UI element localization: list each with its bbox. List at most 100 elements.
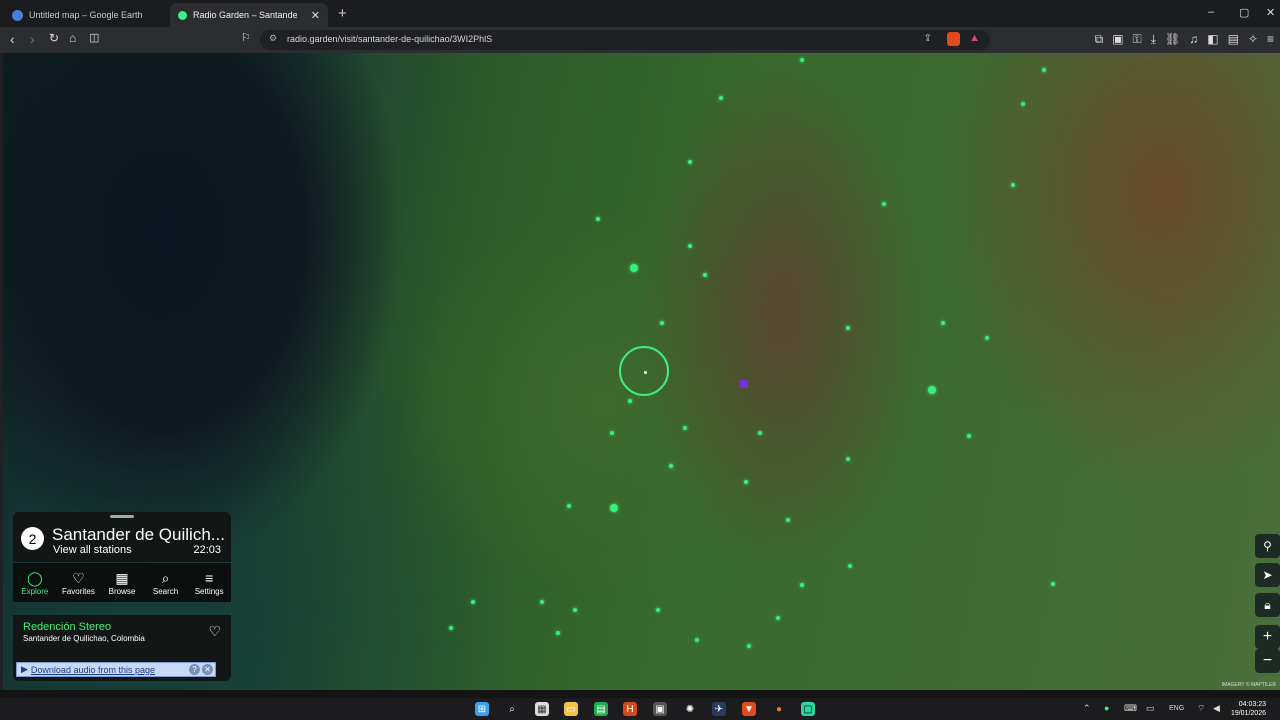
view-all-stations-link[interactable]: View all stations	[53, 544, 132, 556]
wallet-icon[interactable]: ▤	[1228, 32, 1239, 47]
station-dot[interactable]	[471, 600, 475, 604]
close-icon[interactable]: ✕	[202, 664, 213, 675]
app-h-icon[interactable]: H	[623, 702, 637, 716]
keyboard-icon[interactable]: ⌨	[1124, 703, 1137, 714]
nav-browse[interactable]: ▦ Browse	[100, 563, 144, 602]
station-dot[interactable]	[1051, 582, 1055, 586]
station-dot[interactable]	[800, 583, 804, 587]
mic-tray-icon[interactable]: ●	[1104, 703, 1109, 713]
favorite-heart-icon[interactable]: ♡	[208, 623, 221, 640]
station-dot[interactable]	[669, 464, 673, 468]
station-dot[interactable]	[719, 96, 723, 100]
brave-icon[interactable]: ▼	[742, 702, 756, 716]
station-dot[interactable]	[695, 638, 699, 642]
menu-icon[interactable]: ≡	[1267, 32, 1274, 47]
place-panel[interactable]: 2 Santander de Quilich... View all stati…	[13, 512, 231, 562]
station-dot[interactable]	[630, 264, 638, 272]
maximize-button[interactable]: ▢	[1239, 6, 1249, 19]
help-icon[interactable]: ?	[189, 664, 200, 675]
station-dot[interactable]	[656, 608, 660, 612]
forward-icon[interactable]: ›	[30, 31, 35, 47]
station-dot[interactable]	[848, 564, 852, 568]
back-icon[interactable]: ‹	[10, 31, 15, 47]
station-dot[interactable]	[610, 504, 618, 512]
nav-settings[interactable]: ≡ Settings	[187, 563, 231, 602]
station-dot[interactable]	[1021, 102, 1025, 106]
pin-icon[interactable]: ⚲	[1255, 534, 1280, 558]
station-dot[interactable]	[786, 518, 790, 522]
close-window-button[interactable]: ✕	[1266, 6, 1275, 19]
station-dot[interactable]	[967, 434, 971, 438]
station-dot[interactable]	[540, 600, 544, 604]
station-dot[interactable]	[846, 457, 850, 461]
tab-radio-garden[interactable]: Radio Garden – Santander de ✕	[170, 3, 328, 27]
drag-handle[interactable]	[110, 515, 134, 518]
music-icon[interactable]: ♫	[1189, 32, 1198, 47]
station-dot[interactable]	[747, 644, 751, 648]
nav-favorites[interactable]: ♡ Favorites	[57, 563, 101, 602]
download-icon[interactable]: ⤓	[1151, 32, 1156, 47]
spreadsheet-icon[interactable]: ▤	[594, 702, 608, 716]
home-icon[interactable]: ⌂	[69, 31, 76, 45]
site-settings-icon[interactable]: ⚙	[269, 33, 277, 44]
new-tab-button[interactable]: +	[338, 5, 347, 22]
wifi-icon[interactable]: ⌔	[1197, 703, 1205, 714]
download-audio-bar[interactable]: ▶ Download audio from this page ? ✕	[16, 662, 216, 677]
station-dot[interactable]	[573, 608, 577, 612]
sidebar-toggle-icon[interactable]: ◧	[1207, 32, 1218, 47]
search-icon[interactable]: ⌕	[505, 702, 519, 716]
zoom-out-icon[interactable]: −	[1255, 649, 1280, 673]
bookmark-icon[interactable]: ⚐	[241, 31, 251, 44]
close-tab-icon[interactable]: ✕	[311, 9, 320, 22]
station-dot[interactable]	[449, 626, 453, 630]
taskbar-clock[interactable]: 04:03:23 19/01/2026	[1231, 700, 1266, 718]
app-icon[interactable]: ▣	[653, 702, 667, 716]
lock-icon[interactable]: 🔒︎	[1255, 593, 1280, 617]
station-dot[interactable]	[776, 616, 780, 620]
station-dot[interactable]	[703, 273, 707, 277]
download-audio-label[interactable]: Download audio from this page	[31, 665, 189, 675]
station-dot[interactable]	[556, 631, 560, 635]
location-marker-icon[interactable]	[740, 380, 748, 388]
calendar-icon[interactable]: ▦	[535, 702, 549, 716]
station-dot[interactable]	[941, 321, 945, 325]
tab-google-earth[interactable]: Untitled map – Google Earth	[4, 3, 164, 27]
chatgpt-icon[interactable]: ✺	[683, 702, 697, 716]
station-dot[interactable]	[683, 426, 687, 430]
nav-search[interactable]: ⌕ Search	[144, 563, 188, 602]
station-dot[interactable]	[660, 321, 664, 325]
station-dot[interactable]	[882, 202, 886, 206]
display-icon[interactable]: ▭	[1146, 703, 1155, 714]
minimize-button[interactable]: –	[1208, 6, 1214, 18]
link-icon[interactable]: ⛓	[1165, 32, 1180, 47]
reload-icon[interactable]: ↻	[49, 31, 59, 45]
address-bar[interactable]: ⚙ radio.garden/visit/santander-de-quilic…	[260, 30, 990, 50]
station-dot[interactable]	[596, 217, 600, 221]
brave-shields-icon[interactable]	[947, 32, 960, 46]
station-dot[interactable]	[744, 480, 748, 484]
brave-rewards-icon[interactable]: ▲	[969, 32, 980, 44]
station-dot[interactable]	[567, 504, 571, 508]
app-flight-icon[interactable]: ✈	[712, 702, 726, 716]
station-dot[interactable]	[610, 431, 614, 435]
station-dot[interactable]	[688, 244, 692, 248]
app-green-icon[interactable]: ▢	[801, 702, 815, 716]
station-name[interactable]: Redención Stereo	[23, 621, 111, 633]
station-dot[interactable]	[628, 399, 632, 403]
locate-icon[interactable]: ➤	[1255, 563, 1280, 587]
sidebar-icon[interactable]: ◫	[89, 31, 99, 44]
station-dot[interactable]	[1042, 68, 1046, 72]
tray-overflow-icon[interactable]: ⌃	[1083, 703, 1091, 714]
reader-icon[interactable]: ▣	[1112, 32, 1123, 47]
file-explorer-icon[interactable]: ▭	[564, 702, 578, 716]
station-dot[interactable]	[688, 160, 692, 164]
language-indicator[interactable]: ENG	[1169, 705, 1184, 712]
leo-ai-icon[interactable]: ✧	[1248, 32, 1258, 47]
station-dot[interactable]	[846, 326, 850, 330]
station-dot[interactable]	[800, 58, 804, 62]
zoom-in-icon[interactable]: +	[1255, 625, 1280, 649]
station-dot[interactable]	[928, 386, 936, 394]
volume-icon[interactable]: ◀	[1213, 703, 1220, 714]
start-icon[interactable]: ⊞	[475, 702, 489, 716]
microphone-icon[interactable]: ●	[772, 702, 786, 716]
